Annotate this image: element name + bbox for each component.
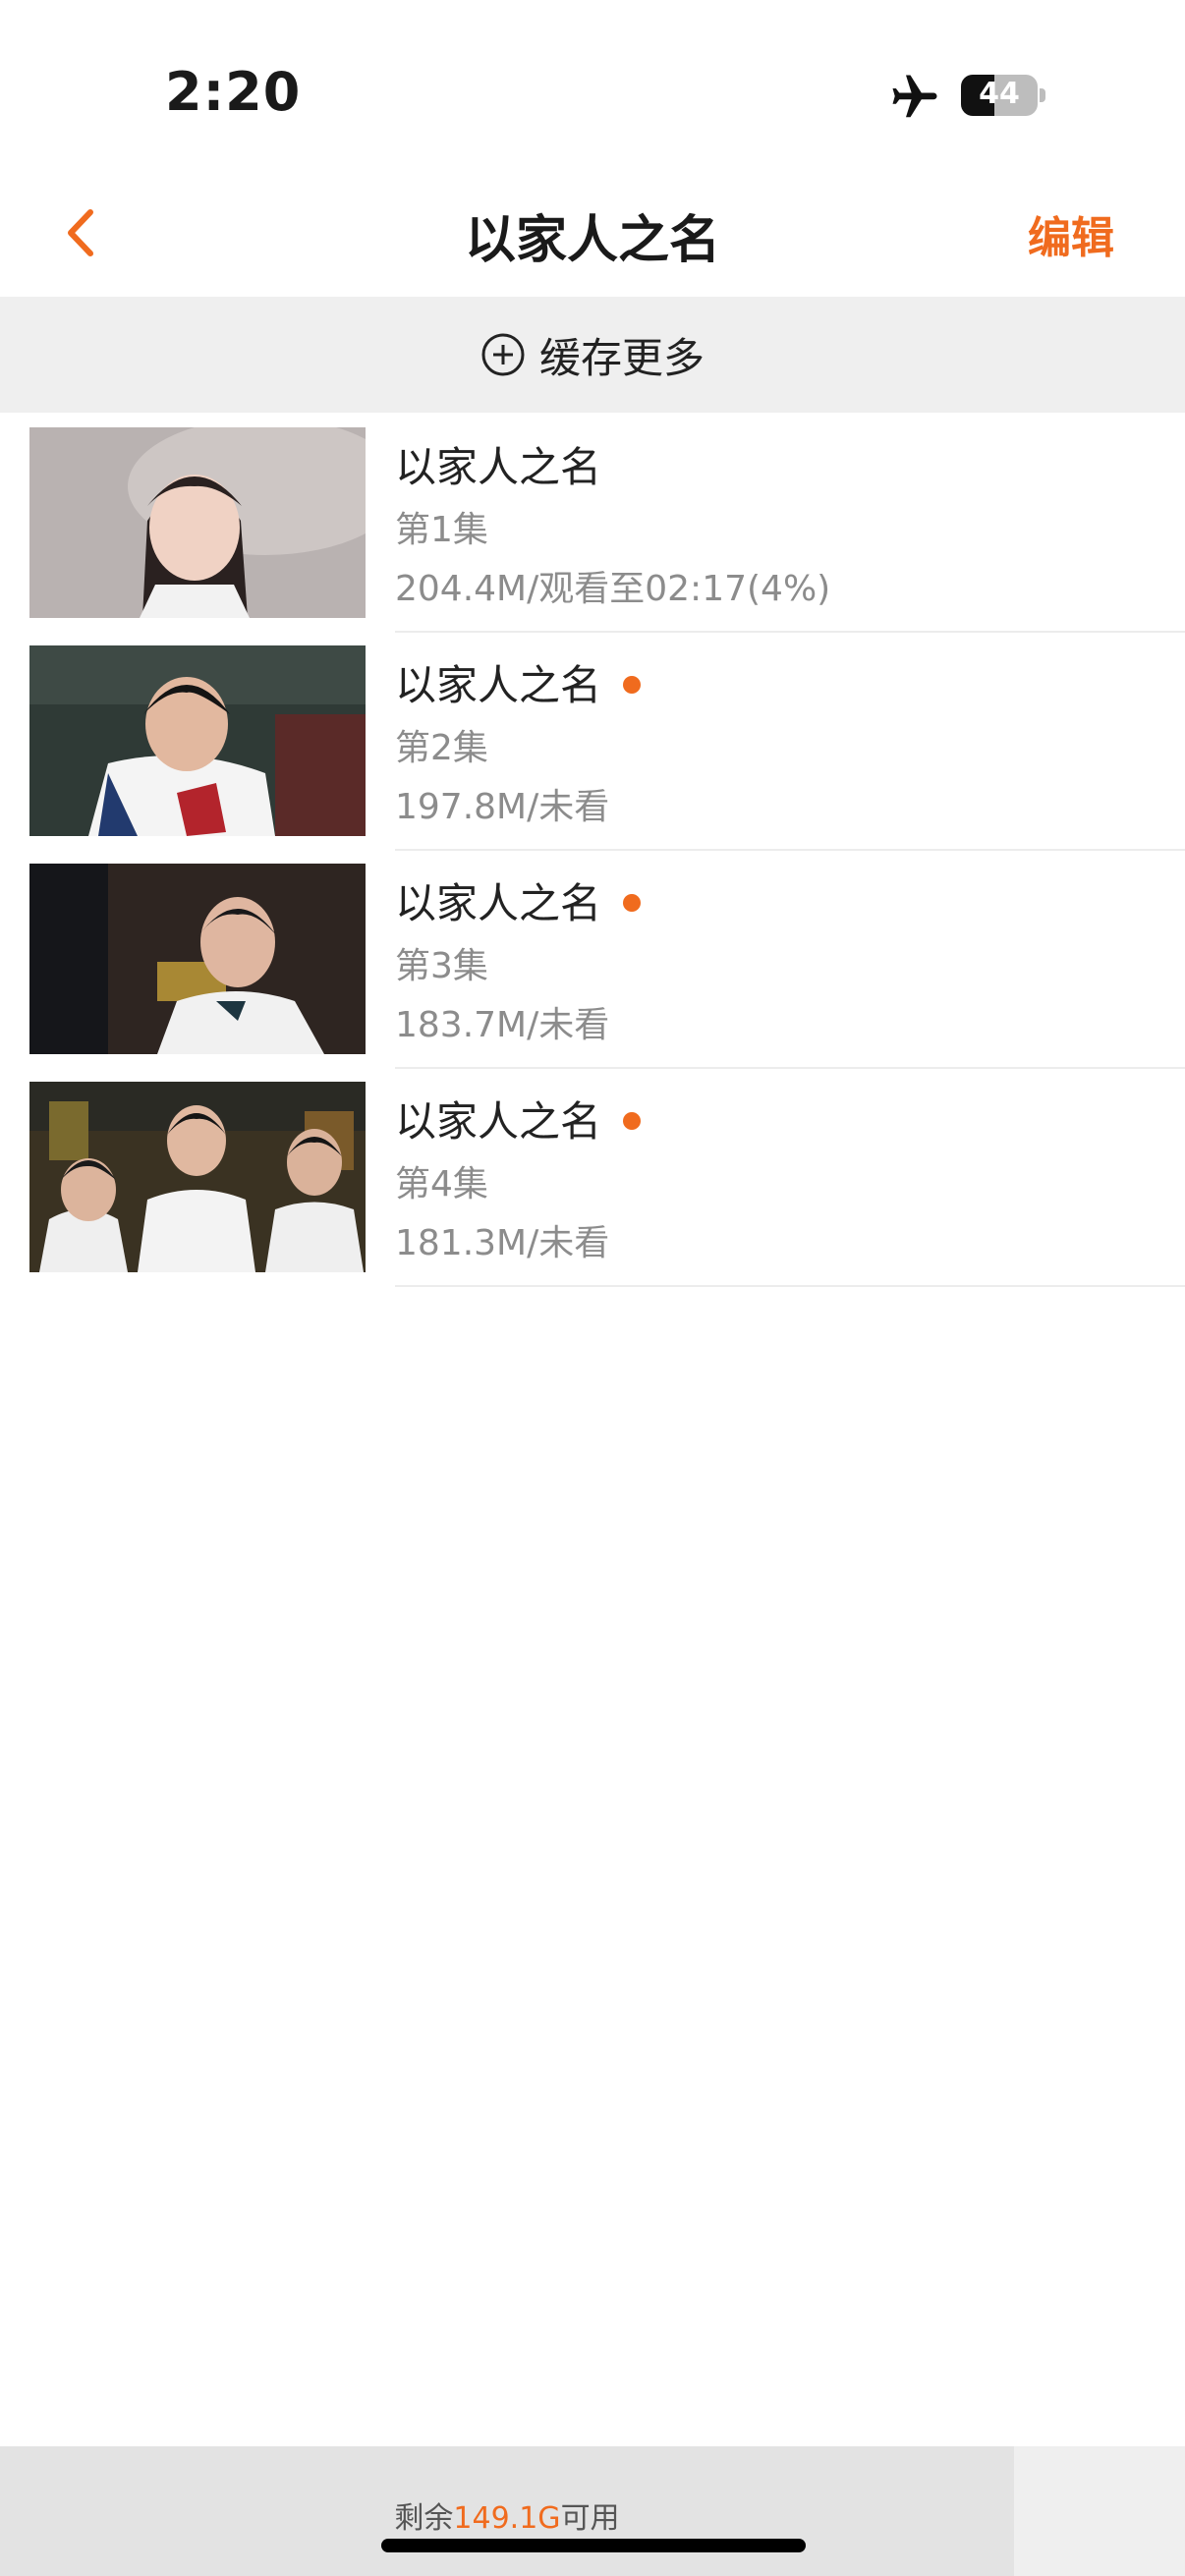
storage-suffix: 可用 (560, 2501, 620, 2536)
status-bar: 2:20 44 (0, 0, 1185, 167)
episode-thumbnail (29, 427, 366, 618)
episode-item[interactable]: 以家人之名 第1集 204.4M/观看至02:17(4%) (0, 413, 1185, 633)
episode-meta: 181.3M/未看 (395, 1223, 610, 1263)
episode-list: 以家人之名 第1集 204.4M/观看至02:17(4%) 以家人之名 第2集 … (0, 413, 1185, 1287)
episode-title: 以家人之名 (395, 1089, 642, 1148)
battery-level: 44 (979, 77, 1020, 111)
page-title: 以家人之名 (464, 211, 720, 270)
episode-title: 以家人之名 (395, 870, 642, 930)
episode-number: 第1集 (395, 510, 488, 550)
episode-number: 第3集 (395, 946, 488, 986)
episode-thumbnail (29, 1082, 366, 1272)
storage-bar: 剩余149.1G可用 (0, 2446, 1014, 2576)
episode-info: 以家人之名 第1集 204.4M/观看至02:17(4%) (395, 413, 1185, 633)
status-time: 2:20 (165, 61, 302, 123)
episode-info: 以家人之名 第2集 197.8M/未看 (395, 631, 1185, 851)
episode-title: 以家人之名 (395, 434, 601, 494)
episode-meta: 204.4M/观看至02:17(4%) (395, 569, 831, 609)
new-episode-dot (623, 1111, 642, 1130)
home-indicator[interactable] (381, 2539, 806, 2552)
plus-circle-icon (481, 333, 525, 376)
episode-item[interactable]: 以家人之名 第2集 197.8M/未看 (0, 631, 1185, 851)
storage-value: 149.1G (453, 2501, 561, 2536)
episode-item[interactable]: 以家人之名 第4集 181.3M/未看 (0, 1067, 1185, 1287)
episode-info: 以家人之名 第3集 183.7M/未看 (395, 849, 1185, 1069)
airplane-icon (892, 75, 937, 118)
episode-title-text: 以家人之名 (395, 661, 602, 709)
episode-meta: 183.7M/未看 (395, 1005, 610, 1045)
episode-item[interactable]: 以家人之名 第3集 183.7M/未看 (0, 849, 1185, 1069)
cache-more-label: 缓存更多 (538, 333, 705, 382)
episode-title-text: 以家人之名 (395, 879, 602, 927)
episode-title-text: 以家人之名 (395, 443, 602, 491)
episode-meta: 197.8M/未看 (395, 787, 610, 827)
episode-number: 第2集 (395, 728, 488, 768)
episode-title: 以家人之名 (395, 652, 642, 712)
episode-thumbnail (29, 864, 366, 1054)
new-episode-dot (623, 893, 642, 912)
new-episode-dot (623, 675, 642, 694)
cache-more-button[interactable]: 缓存更多 (0, 297, 1185, 413)
storage-bar-remainder (1014, 2446, 1185, 2576)
episode-info: 以家人之名 第4集 181.3M/未看 (395, 1067, 1185, 1287)
nav-bar: 以家人之名 编辑 (0, 167, 1185, 297)
edit-button[interactable]: 编辑 (1028, 202, 1114, 265)
episode-number: 第4集 (395, 1164, 488, 1204)
episode-title-text: 以家人之名 (395, 1097, 602, 1146)
battery-indicator: 44 (961, 75, 1038, 116)
storage-prefix: 剩余 (394, 2501, 454, 2536)
battery-cap (1040, 88, 1045, 102)
episode-thumbnail (29, 645, 366, 836)
storage-text: 剩余149.1G可用 (0, 2493, 1014, 2537)
